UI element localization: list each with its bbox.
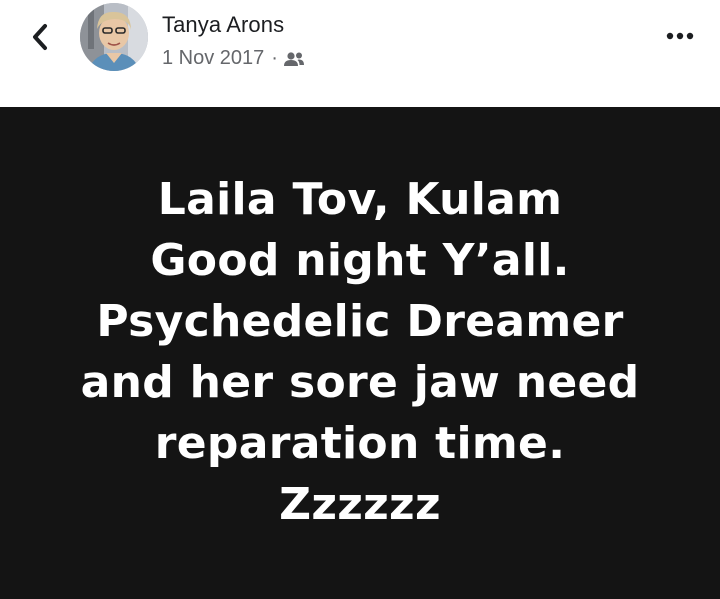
author-name[interactable]: Tanya Arons [162,12,284,38]
post-text-line: Good night Y’all. [150,235,570,286]
post-text-line: reparation time. [154,418,566,469]
post-text: Laila Tov, Kulam Good night Y’all. Psych… [0,169,720,535]
friends-icon [283,51,304,66]
post-meta: 1 Nov 2017 · [162,47,305,70]
avatar-photo [80,3,148,71]
post-content: Laila Tov, Kulam Good night Y’all. Psych… [0,107,720,599]
more-options-button[interactable] [660,24,700,48]
post-date[interactable]: 1 Nov 2017 [162,47,264,70]
author-avatar[interactable] [80,3,148,71]
post-text-line: Laila Tov, Kulam [157,174,563,225]
post-header: Tanya Arons 1 Nov 2017 · [0,0,720,107]
chevron-left-icon [33,24,47,50]
post-text-line: Psychedelic Dreamer [96,296,624,347]
meta-separator: · [271,47,278,69]
post-text-line: and her sore jaw need [80,357,640,408]
more-horizontal-icon [666,32,694,40]
post-text-line: Zzzzzz [279,479,441,530]
back-button[interactable] [24,20,56,54]
